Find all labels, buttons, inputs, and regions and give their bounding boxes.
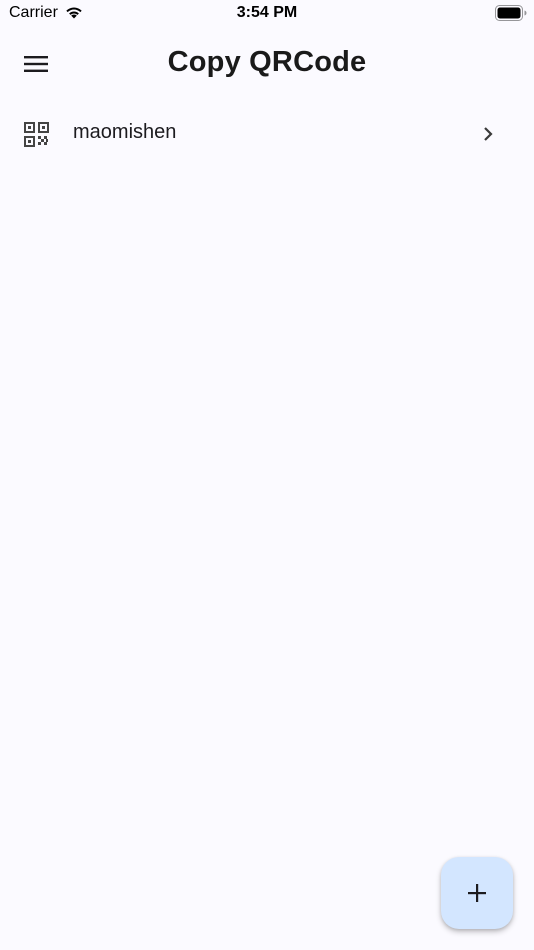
app-bar: Copy QRCode (0, 36, 534, 92)
battery-full-icon (495, 5, 527, 21)
list-item[interactable]: maomishen (0, 106, 534, 162)
status-time: 3:54 PM (236, 4, 298, 21)
list-item-label: maomishen (73, 121, 177, 143)
plus-icon (468, 884, 486, 902)
chevron-right-icon (484, 127, 493, 141)
qr-code-icon (24, 122, 49, 147)
page-title: Copy QRCode (167, 46, 367, 78)
add-button[interactable] (441, 857, 513, 929)
status-bar: Carrier 3:54 PM (0, 0, 534, 28)
qr-code-list: maomishen (0, 106, 534, 162)
